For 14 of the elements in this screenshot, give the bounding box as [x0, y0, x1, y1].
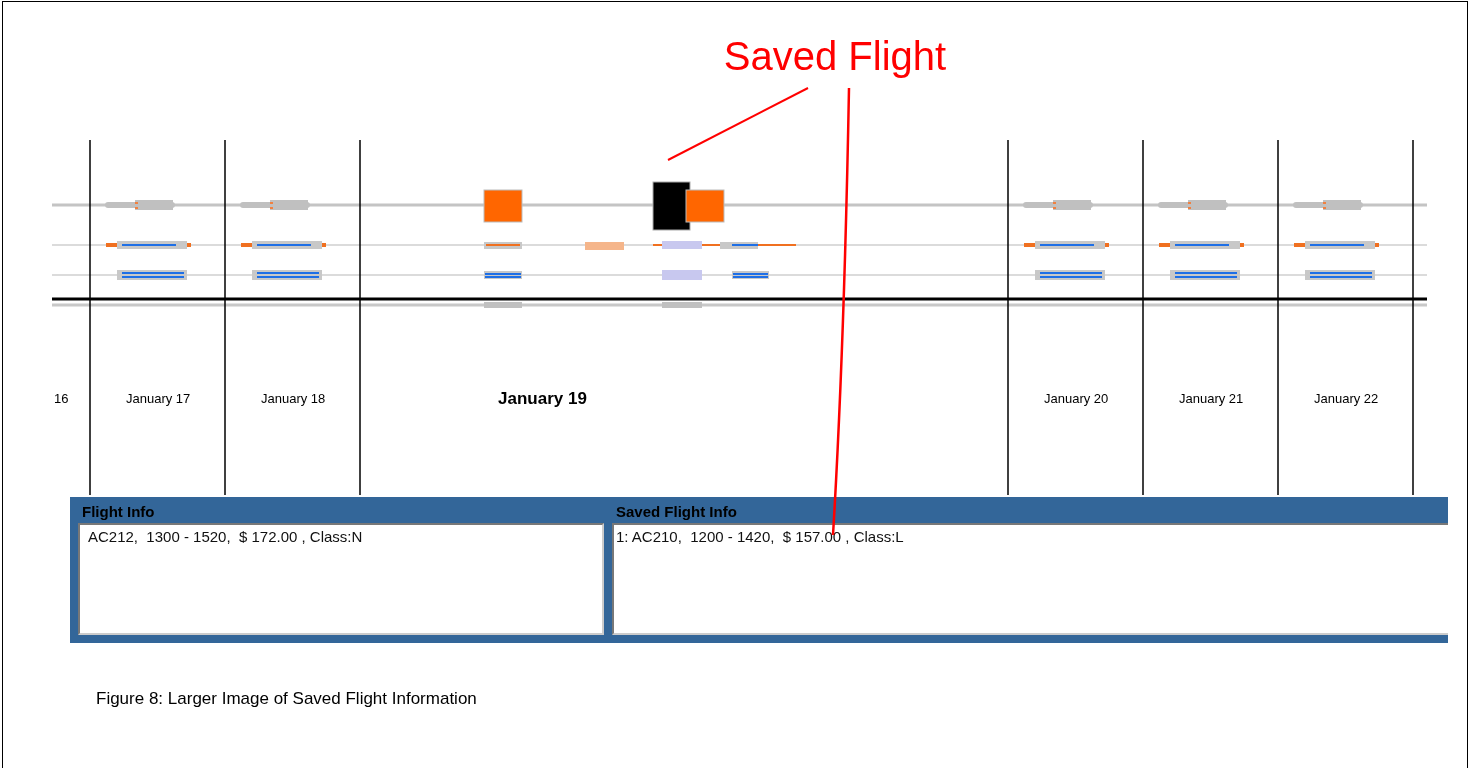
day-label[interactable]: January 20 [1044, 391, 1109, 406]
panel-title: Flight Info [81, 502, 156, 522]
day-label[interactable]: January 17 [126, 391, 191, 406]
day-label[interactable]: January 22 [1314, 391, 1379, 406]
flight-info-field[interactable]: AC212, 1300 - 1520, $ 172.00 , Class:N [78, 523, 604, 635]
annotation-label: Saved Flight [723, 34, 947, 78]
figure-caption: Figure 8: Larger Image of Saved Flight Information [96, 689, 478, 709]
day-label: 16 [54, 391, 69, 406]
flight-block[interactable] [685, 189, 725, 223]
day-label[interactable]: January 19 [498, 389, 587, 408]
saved-flight-info-field[interactable]: 1: AC210, 1200 - 1420, $ 157.00 , Class:L [612, 523, 1448, 635]
day-label[interactable]: January 21 [1179, 391, 1244, 406]
panel-title: Saved Flight Info [615, 502, 738, 522]
day-label[interactable]: January 18 [261, 391, 326, 406]
